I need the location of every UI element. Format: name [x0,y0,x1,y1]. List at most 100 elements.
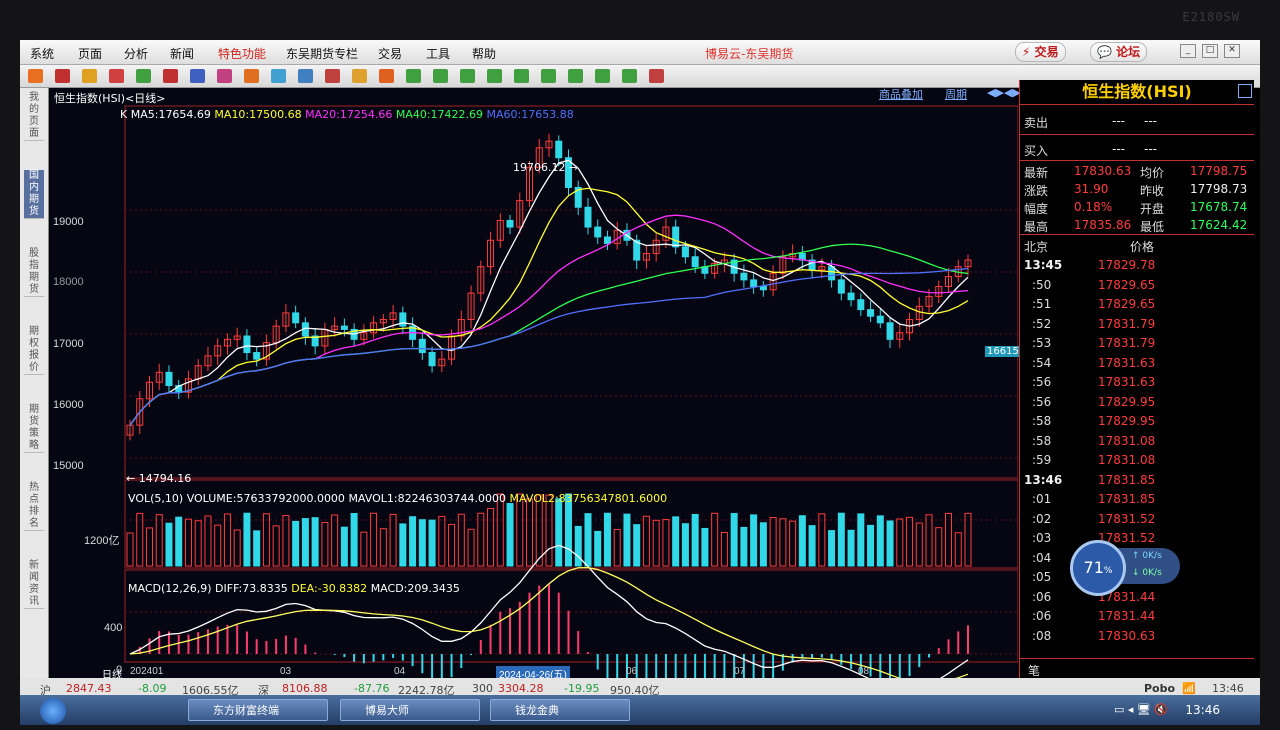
volume-bar [740,526,748,567]
candle-body [867,309,875,317]
tick-price: 17831.08 [1098,433,1156,448]
volume-bar [584,513,592,567]
menu-help[interactable]: 帮助 [472,45,496,62]
quote-panel: 恒生指数(HSI) 卖出 --- --- 买入 --- --- 最新 17830.… [1019,80,1254,678]
toolbar-tool-icon[interactable] [568,69,583,83]
toolbar-tool-icon[interactable] [298,69,313,83]
menu-news[interactable]: 新闻 [170,45,194,62]
toolbar-tool-icon[interactable] [406,69,421,83]
candle-body [555,140,563,159]
toolbar-tool-icon[interactable] [649,69,664,83]
buy-label: 买入 [1024,144,1049,158]
left-tab[interactable]: 热 点 排 名 [24,482,44,531]
price-tick: 15000 [53,460,84,472]
signal-icon: 📶 [1182,682,1196,695]
left-tab[interactable]: 我 的 页 面 [24,92,44,141]
volume-bar [613,529,621,567]
volume-bar [418,519,426,567]
tick-price: 17831.79 [1098,316,1156,331]
toolbar-tool-icon[interactable] [163,69,178,83]
tick-price: 17831.85 [1098,492,1156,506]
menu-trade[interactable]: 交易 [378,45,402,62]
maximize-button[interactable]: □ [1202,44,1218,58]
menu-analysis[interactable]: 分析 [124,45,148,62]
app-window: 系统 页面 分析 新闻 特色功能 东吴期货专栏 交易 工具 帮助 博易云-东吴期… [20,40,1260,700]
kline-chart[interactable]: 恒生指数(HSI)<日线> 商品叠加 周期 ◀▶◀▶ K MA5:17654.6… [50,86,1037,681]
menu-system[interactable]: 系统 [30,45,54,62]
toolbar-tool-icon[interactable] [379,69,394,83]
footer-label: 笔 [1028,664,1041,678]
start-button-icon[interactable] [40,698,66,724]
toolbar-tool-icon[interactable] [487,69,502,83]
toolbar-tool-icon[interactable] [82,69,97,83]
quote-value: 31.90 [1074,182,1109,196]
zoom-arrows-icon[interactable]: ◀▶◀▶ [987,86,1021,99]
minimize-button[interactable]: _ [1180,44,1196,58]
ma-legend: K MA5:17654.69 MA10:17500.68 MA20:17254.… [120,108,574,121]
volume-bar [331,514,339,567]
trade-button[interactable]: ⚡ 交易 [1015,42,1066,62]
menu-page[interactable]: 页面 [78,45,102,62]
toolbar-tool-icon[interactable] [136,69,151,83]
ma-legend-item: MA60:17653.88 [486,108,574,121]
price-tick: 19000 [53,216,84,228]
toolbar-tool-icon[interactable] [514,69,529,83]
menu-tools[interactable]: 工具 [426,45,450,62]
volume-bar [399,523,407,567]
volume-bar [223,513,231,567]
price-tick: 17000 [53,338,84,350]
toolbar-tool-icon[interactable] [595,69,610,83]
toolbar-tool-icon[interactable] [352,69,367,83]
x-axis-label: 08 [858,666,870,677]
volume-bar [487,508,495,567]
cpu-usage-circle[interactable]: 71% [1070,540,1126,596]
left-tab[interactable]: 股 指 期 货 [24,248,44,297]
candle-body [759,285,767,291]
toolbar-tool-icon[interactable] [109,69,124,83]
taskbar-item[interactable]: 博易大师 [340,699,480,721]
volume-bar [808,525,816,567]
left-tab[interactable]: 期 权 报 价 [24,326,44,375]
period-link[interactable]: 周期 [945,86,967,102]
price-tick: 18000 [53,276,84,288]
taskbar-item[interactable]: 钱龙金典 [490,699,630,721]
toolbar-tool-icon[interactable] [244,69,259,83]
left-tab[interactable]: 期 货 策 略 [24,404,44,453]
toolbar-tool-icon[interactable] [541,69,556,83]
left-tab[interactable]: 新 闻 资 讯 [24,560,44,609]
close-button[interactable]: ✕ [1224,44,1240,58]
volume-bar [155,514,163,567]
toolbar-tool-icon[interactable] [55,69,70,83]
toolbar-tool-icon[interactable] [325,69,340,83]
ma-legend-item: MA20:17254.66 [305,108,396,121]
tick-time: :54 [1032,355,1052,370]
x-axis-label: 06 [626,666,638,677]
forum-button[interactable]: 💬 论坛 [1090,42,1148,62]
macd-legend-item: DIFF:73.8335 [215,582,292,595]
tick-time: :02 [1032,511,1052,526]
tick-time: :03 [1032,531,1052,545]
toolbar-tool-icon[interactable] [460,69,475,83]
panel-toggle-icon[interactable] [1238,84,1252,98]
menu-features[interactable]: 特色功能 [218,45,266,62]
left-tab[interactable]: 国 内 期 货 [24,170,44,219]
volume-bar [779,518,787,567]
overlay-link[interactable]: 商品叠加 [879,86,923,102]
candle-body [292,312,300,324]
tray-icons[interactable]: ▭ ◂ 🖥 🔇 [1114,703,1168,716]
candle-body [399,312,407,327]
volume-legend-item: VOL(5,10) VOLUME:57633792000.0000 [128,492,349,505]
toolbar-tool-icon[interactable] [217,69,232,83]
quote-label: 最低 [1140,220,1165,234]
ma-legend-item: MA5:17654.69 [130,108,215,121]
toolbar-tool-icon[interactable] [433,69,448,83]
toolbar-tool-icon[interactable] [190,69,205,83]
volume-bar [906,516,914,567]
taskbar-item[interactable]: 东方财富终端 [188,699,328,721]
menu-dongwu-column[interactable]: 东吴期货专栏 [286,45,358,62]
toolbar-tool-icon[interactable] [622,69,637,83]
toolbar-tool-icon[interactable] [28,69,43,83]
toolbar-tool-icon[interactable] [271,69,286,83]
network-speed-widget[interactable]: ↑ 0K/s ↓ 0K/s [1118,548,1180,584]
volume-bar [233,529,241,567]
